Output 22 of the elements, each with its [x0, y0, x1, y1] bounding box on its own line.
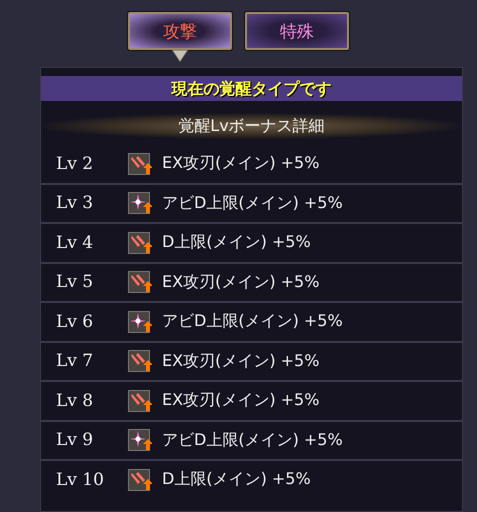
level-label: Lv 10 — [55, 470, 105, 490]
bonus-text: D上限(メイン) +5% — [162, 469, 311, 490]
bonus-text: EX攻刃(メイン) +5% — [162, 350, 320, 372]
level-label: Lv 3 — [55, 193, 94, 214]
bonus-text: アビD上限(メイン) +5% — [162, 430, 343, 451]
bonus-text: D上限(メイン) +5% — [162, 232, 311, 254]
bonus-text: アビD上限(メイン) +5% — [162, 192, 343, 214]
level-label: Lv 5 — [55, 272, 94, 292]
bonus-text: アビD上限(メイン) +5% — [162, 311, 343, 332]
bonus-text: EX攻刃(メイン) +5% — [162, 153, 320, 174]
level-label: Lv 8 — [55, 390, 94, 411]
tab[interactable]: 攻撃 — [128, 12, 232, 50]
level-label: Lv 6 — [55, 312, 94, 332]
level-label: Lv 4 — [55, 232, 94, 253]
level-label: Lv 2 — [55, 154, 94, 174]
section-title: 覚醒Lvボーナス詳細 — [41, 113, 462, 139]
level-label: Lv 7 — [55, 351, 94, 372]
bonus-text: EX攻刃(メイン) +5% — [162, 272, 320, 293]
level-label: Lv 9 — [55, 430, 94, 450]
tab[interactable]: 特殊 — [245, 12, 349, 50]
bonus-text: EX攻刃(メイン) +5% — [162, 390, 320, 412]
status-banner: 現在の覚醒タイプです — [41, 76, 462, 101]
